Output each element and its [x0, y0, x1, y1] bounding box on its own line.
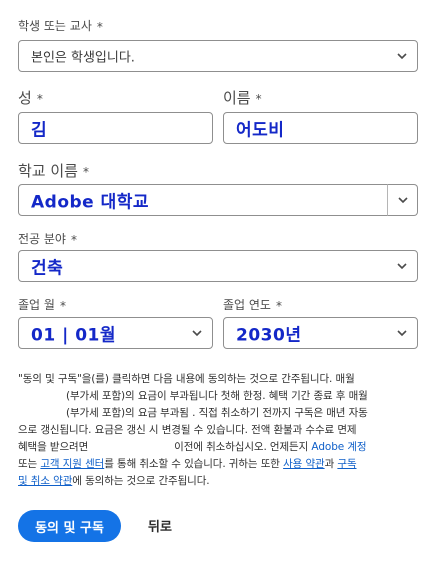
last-name-value: 김 — [31, 120, 48, 141]
required-mark: * — [82, 164, 89, 179]
last-name-field[interactable]: 김 — [18, 112, 213, 144]
grad-month-label-text: 졸업 월 — [18, 298, 55, 312]
legal-fragment: 이전에 취소하십시오. 언제든지 — [174, 441, 309, 453]
subscription-terms-link[interactable]: 구독 — [337, 458, 356, 470]
legal-line: (부가세 포함)의 요금 부과됨 . 직접 취소하기 전까지 구독은 매년 자동 — [66, 407, 368, 419]
major-value: 건축 — [31, 258, 64, 279]
school-value: Adobe 대학교 — [31, 192, 150, 213]
support-center-link[interactable]: 고객 지원 센터 — [40, 458, 104, 470]
role-label-text: 학생 또는 교사 — [18, 19, 92, 33]
chevron-down-icon — [397, 263, 407, 270]
grad-year-label: 졸업 연도 * — [223, 296, 282, 313]
required-mark: * — [59, 298, 66, 313]
required-mark: * — [70, 232, 77, 247]
first-name-value: 어도비 — [236, 120, 285, 141]
last-name-label-text: 성 — [18, 89, 32, 107]
grad-year-label-text: 졸업 연도 — [223, 298, 271, 312]
legal-line: 으로 갱신됩니다. 요금은 갱신 시 변경될 수 있습니다. 전액 환불과 수수… — [18, 424, 357, 436]
chevron-down-icon — [397, 330, 407, 337]
legal-text: "동의 및 구독"을(를) 클릭하면 다음 내용에 동의하는 것으로 간주됩니다… — [18, 371, 424, 490]
legal-fragment: 에 동의하는 것으로 간주됩니다. — [72, 475, 210, 487]
legal-fragment: 를 통해 취소할 수 있습니다. 귀하는 또한 — [104, 458, 280, 470]
chevron-down-icon — [397, 197, 408, 204]
role-select[interactable]: 본인은 학생입니다. — [18, 40, 418, 72]
major-label: 전공 분야 * — [18, 230, 77, 247]
first-name-label-text: 이름 — [223, 89, 251, 107]
school-dropdown-button[interactable] — [387, 184, 418, 216]
legal-line: "동의 및 구독"을(를) 클릭하면 다음 내용에 동의하는 것으로 간주됩니다… — [18, 373, 355, 385]
grad-month-select[interactable]: 01 | 01월 — [18, 317, 213, 349]
role-select-value: 본인은 학생입니다. — [31, 50, 135, 66]
major-label-text: 전공 분야 — [18, 232, 66, 246]
required-mark: * — [96, 19, 103, 34]
subscription-terms-link[interactable]: 및 취소 약관 — [18, 475, 72, 487]
legal-line: 또는 고객 지원 센터를 통해 취소할 수 있습니다. 귀하는 또한 사용 약관… — [18, 456, 424, 473]
adobe-account-link[interactable]: Adobe 계정 — [311, 441, 366, 453]
chevron-down-icon — [397, 53, 407, 60]
legal-line: 혜택을 받으려면 이전에 취소하십시오. 언제든지 Adobe 계정 — [18, 439, 424, 456]
grad-year-select[interactable]: 2030년 — [223, 317, 418, 349]
first-name-label: 이름 * — [223, 87, 262, 108]
legal-line: (부가세 포함)의 요금이 부과됩니다 첫해 한정. 혜택 기간 종료 후 매월 — [66, 390, 368, 402]
required-mark: * — [255, 91, 262, 106]
school-input[interactable]: Adobe 대학교 — [18, 184, 388, 216]
required-mark: * — [36, 91, 43, 106]
legal-fragment: 혜택을 받으려면 — [18, 441, 89, 453]
agree-subscribe-button[interactable]: 동의 및 구독 — [18, 510, 121, 542]
grad-month-label: 졸업 월 * — [18, 296, 66, 313]
last-name-label: 성 * — [18, 87, 43, 108]
back-button[interactable]: 뒤로 — [148, 516, 172, 535]
chevron-down-icon — [192, 330, 202, 337]
grad-month-value: 01 | 01월 — [31, 325, 117, 346]
first-name-field[interactable]: 어도비 — [223, 112, 418, 144]
required-mark: * — [275, 298, 282, 313]
role-label: 학생 또는 교사 * — [18, 17, 103, 34]
legal-fragment: 또는 — [18, 458, 38, 470]
legal-line: 및 취소 약관에 동의하는 것으로 간주됩니다. — [18, 473, 424, 490]
grad-year-value: 2030년 — [236, 325, 302, 346]
terms-of-use-link[interactable]: 사용 약관 — [283, 458, 325, 470]
school-label: 학교 이름 * — [18, 160, 89, 181]
major-select[interactable]: 건축 — [18, 250, 418, 282]
legal-fragment: 과 — [324, 458, 335, 470]
school-label-text: 학교 이름 — [18, 162, 78, 180]
